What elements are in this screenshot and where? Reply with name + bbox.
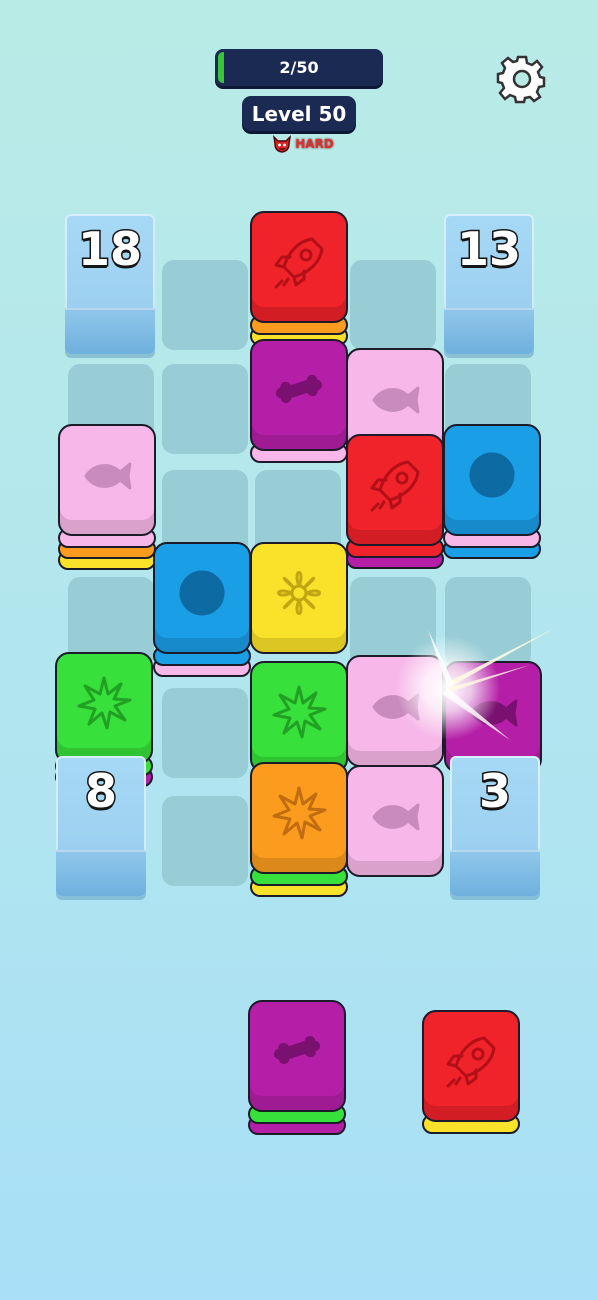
board-tile-stack[interactable] [250, 339, 348, 463]
level-progress-bar: 2/50 [215, 49, 383, 86]
board-tile-stack[interactable] [346, 655, 444, 767]
ball-icon [469, 452, 515, 498]
devil-icon [273, 135, 292, 153]
board-tile-stack[interactable] [346, 765, 444, 877]
tile-face [248, 1000, 346, 1112]
tray-tile-stack[interactable] [422, 1010, 520, 1134]
burst-icon [272, 685, 327, 739]
bone-icon [274, 1036, 320, 1064]
difficulty-badge: HARD [268, 134, 338, 154]
ice-face [56, 850, 146, 896]
fish-icon [372, 803, 420, 831]
board-tile-stack[interactable] [250, 542, 348, 654]
board-tile-stack[interactable] [250, 762, 348, 897]
gear-icon[interactable] [495, 52, 549, 106]
tile-face [250, 661, 348, 773]
ice-block: 3 [450, 756, 540, 896]
tray-tile-stack[interactable] [248, 1000, 346, 1135]
bone-icon [276, 375, 322, 403]
ice-face [65, 308, 155, 354]
ice-counter: 13 [455, 221, 522, 278]
progress-text: 2/50 [279, 58, 319, 77]
board-tile-stack[interactable] [250, 661, 348, 773]
burst-icon [272, 786, 327, 840]
board-tile-stack[interactable] [443, 424, 541, 559]
board-tile-stack[interactable] [250, 211, 348, 346]
fish-icon [372, 693, 420, 721]
tile-face [250, 542, 348, 654]
tile-face [250, 211, 348, 323]
tile-face [443, 424, 541, 536]
tile-face [250, 762, 348, 874]
tile-face [346, 765, 444, 877]
fish-icon [372, 386, 420, 414]
ice-block: 13 [444, 214, 534, 354]
ice-counter: 3 [477, 763, 512, 820]
empty-slot[interactable] [162, 688, 248, 778]
ice-counter: 18 [76, 221, 143, 278]
tile-face [346, 434, 444, 546]
tile-face [346, 655, 444, 767]
empty-slot[interactable] [445, 577, 531, 667]
board-tile-stack[interactable] [153, 542, 251, 677]
rocket-icon [446, 1036, 496, 1088]
board-tile-stack[interactable] [58, 424, 156, 570]
tile-face [55, 652, 153, 764]
empty-slot[interactable] [162, 364, 248, 454]
ice-block: 18 [65, 214, 155, 354]
empty-slot[interactable] [162, 796, 248, 886]
level-label: Level 50 [242, 96, 356, 131]
ice-face [444, 308, 534, 354]
tile-face [153, 542, 251, 654]
tile-face [250, 339, 348, 451]
empty-slot[interactable] [350, 577, 436, 667]
burst-icon [77, 676, 132, 730]
rocket-icon [370, 460, 420, 512]
board-tile-stack[interactable] [346, 434, 444, 569]
fish-icon [84, 462, 132, 490]
ball-icon [179, 570, 225, 616]
tile-face [422, 1010, 520, 1122]
ice-face [450, 850, 540, 896]
rocket-icon [274, 237, 324, 289]
ice-counter: 8 [83, 763, 118, 820]
empty-slot[interactable] [350, 260, 436, 350]
fish-icon [470, 699, 518, 727]
difficulty-label: HARD [295, 137, 334, 151]
flower-icon [277, 571, 321, 615]
tile-face [58, 424, 156, 536]
empty-slot[interactable] [162, 260, 248, 350]
ice-block: 8 [56, 756, 146, 896]
